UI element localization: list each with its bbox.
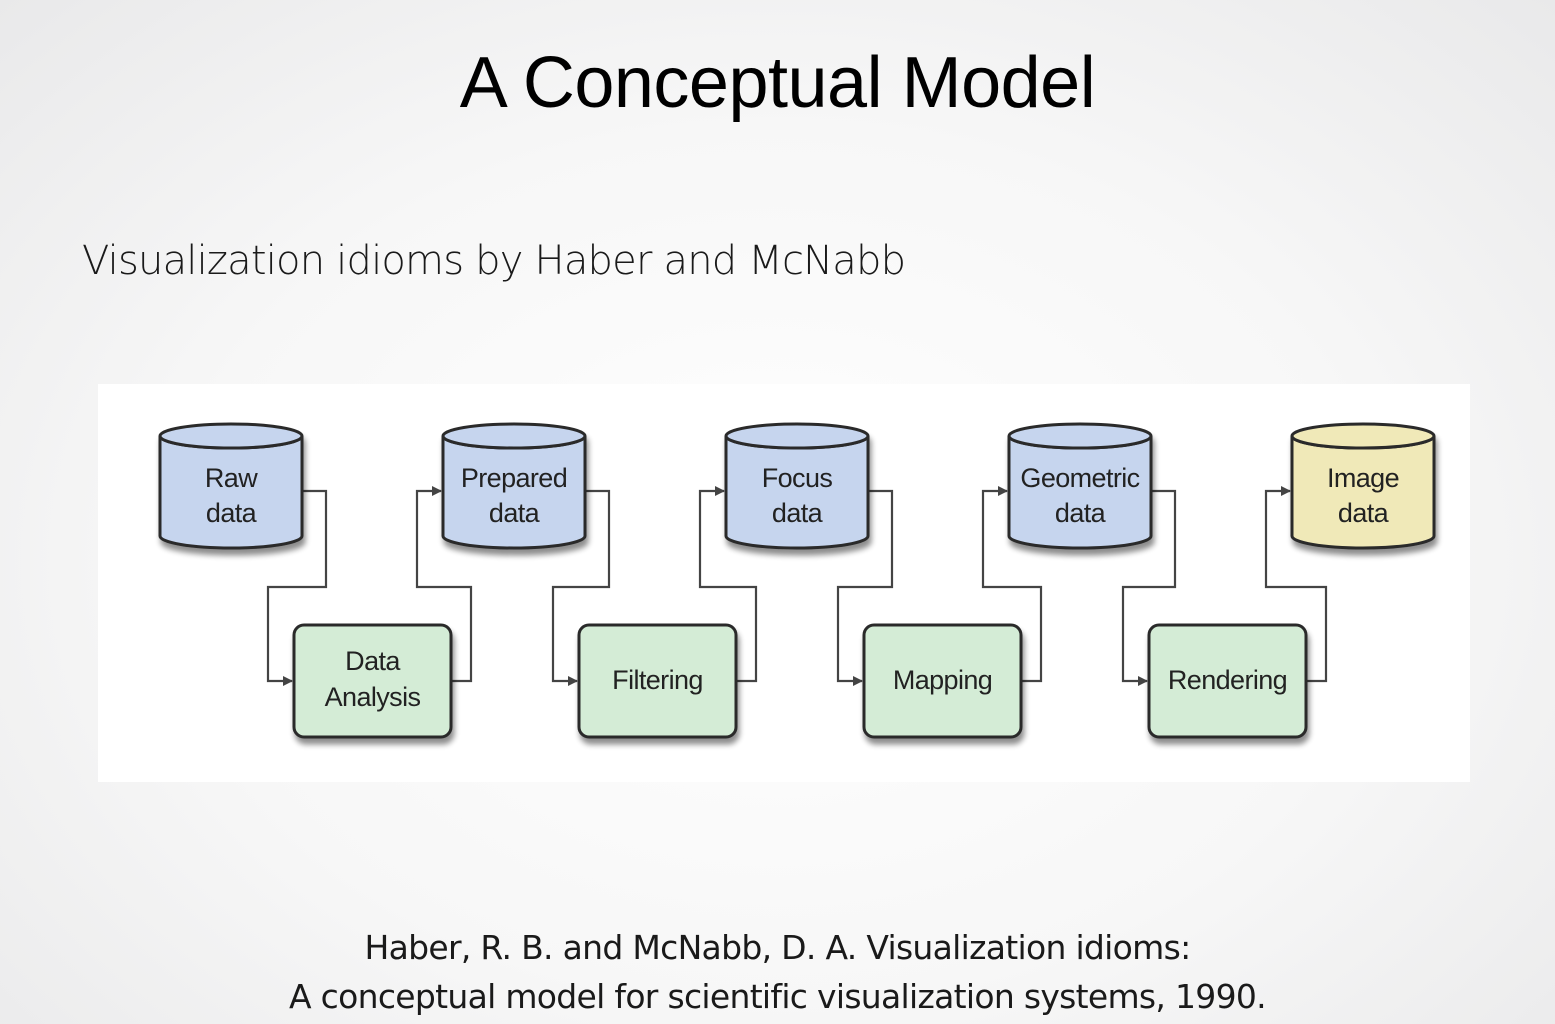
process-label: Filtering	[612, 665, 703, 695]
citation-line-1: Haber, R. B. and McNabb, D. A. Visualiza…	[364, 928, 1192, 967]
process-data-analysis: Data Analysis	[292, 623, 453, 739]
data-store-prepared: Prepared data	[441, 422, 587, 550]
data-store-label-line2: data	[1055, 498, 1107, 528]
process-filtering: Filtering	[577, 623, 738, 739]
process-label: Mapping	[893, 665, 992, 695]
data-store-label-line1: Raw	[205, 463, 258, 493]
slide-subtitle: Visualization idioms by Haber and McNabb	[82, 238, 906, 284]
data-store-label-line2: data	[206, 498, 258, 528]
data-store-label-line1: Prepared	[461, 463, 567, 493]
data-store-label-line2: data	[772, 498, 824, 528]
data-store-label-line1: Geometric	[1020, 463, 1139, 493]
pipeline-diagram: Raw data Prepared data Focus data Geometric dat…	[98, 384, 1470, 782]
process-label: Rendering	[1168, 665, 1287, 695]
slide-title: A Conceptual Model	[459, 43, 1096, 123]
data-store-image: Image data	[1290, 422, 1436, 550]
data-store-label-line2: data	[489, 498, 541, 528]
data-store-lid	[441, 422, 587, 450]
data-store-focus: Focus data	[724, 422, 870, 550]
data-store-lid	[1007, 422, 1153, 450]
process-mapping: Mapping	[862, 623, 1023, 739]
data-store-geometric: Geometric data	[1007, 422, 1153, 550]
data-store-raw: Raw data	[158, 422, 304, 550]
data-store-lid	[158, 422, 304, 450]
data-store-label-line1: Image	[1327, 463, 1399, 493]
data-store-lid	[724, 422, 870, 450]
process-box	[292, 623, 453, 739]
data-store-lid	[1290, 422, 1436, 450]
pipeline-diagram-svg: Raw data Prepared data Focus data Geometric dat…	[158, 422, 1436, 739]
data-store-label-line1: Focus	[762, 463, 833, 493]
citation-line-2: A conceptual model for scientific visual…	[289, 977, 1267, 1016]
data-store-label-line2: data	[1338, 498, 1390, 528]
process-label-line1: Data	[345, 646, 401, 676]
process-rendering: Rendering	[1147, 623, 1308, 739]
process-label-line2: Analysis	[325, 682, 421, 712]
